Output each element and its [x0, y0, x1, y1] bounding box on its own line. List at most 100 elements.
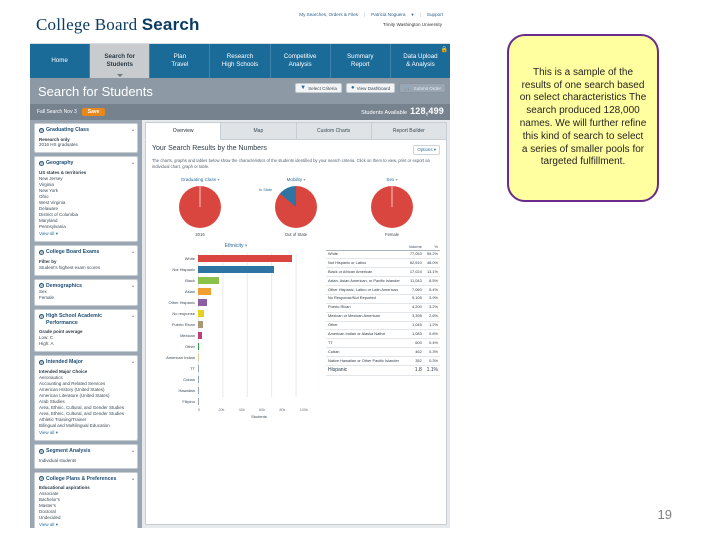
sidebar-panel-geography[interactable]: ▴ ⚙ Geography US states & territories Ne…: [34, 156, 138, 243]
cell-label: Asian, Asian American, or Pacific Island…: [326, 276, 406, 287]
panel-title: Graduating Class: [46, 127, 89, 133]
ethnicity-x-axis-label: Students: [251, 413, 267, 419]
x-axis-tick: 60k: [258, 407, 266, 412]
chevron-up-icon[interactable]: ▴: [132, 127, 134, 132]
chevron-up-icon[interactable]: ▴: [132, 448, 134, 453]
cell-volume: 1,045: [405, 321, 424, 331]
chevron-up-icon[interactable]: ▴: [132, 359, 134, 364]
callout-text: This is a sample of the results of one s…: [519, 66, 647, 168]
ethnicity-category-label: Black: [185, 277, 195, 283]
cell-percent: 5.4%: [423, 285, 440, 295]
ethnicity-chart-title[interactable]: Ethnicity ▾: [152, 243, 320, 249]
ethnicity-category-label: No response: [172, 310, 195, 316]
sidebar-panel-demographics[interactable]: ▴ ⚙ Demographics Sex Female: [34, 278, 138, 307]
sidebar-panel-graduating-class[interactable]: ▴ ⚙ Graduating Class Research only 2016 …: [34, 123, 138, 154]
view-dashboard-button[interactable]: ● View Dashboard: [345, 83, 396, 93]
pie-chart-mobility[interactable]: Mobility ▾ In State Out of State: [248, 177, 344, 237]
ethnicity-bar-row: Asian: [152, 286, 320, 297]
options-button[interactable]: Options ▾: [413, 145, 440, 155]
ethnicity-bar: [198, 265, 275, 273]
students-available-label: Students Available: [361, 110, 408, 116]
cell-percent: 0.4%: [423, 338, 440, 349]
sidebar-panel-segment-analysis[interactable]: ▴ ⚙ Segment Analysis Individual students: [34, 444, 138, 469]
view-dashboard-label: View Dashboard: [356, 85, 391, 91]
view-all-link[interactable]: View all ▾: [39, 231, 133, 237]
chevron-up-icon[interactable]: ▴: [132, 249, 134, 254]
chevron-down-icon[interactable]: ▾: [408, 12, 416, 17]
nav-tab-research-high-schools[interactable]: Research High Schools: [210, 44, 271, 78]
ethnicity-category-label: TT: [190, 365, 195, 371]
ethnicity-bar-chart[interactable]: Ethnicity ▾ White Not Hispanic Black Asian O…: [152, 243, 320, 419]
ethnicity-bar-track: [198, 397, 320, 405]
nav-tab-data-upload-analysis[interactable]: Data Upload & Analysis 🔒: [391, 44, 450, 78]
panel-line: Undecided: [39, 515, 61, 521]
pie-graphic: In State: [259, 185, 317, 228]
ethnicity-bar-track: [198, 331, 320, 339]
x-axis-tick: 20k: [218, 407, 225, 412]
ethnicity-bar-track: [198, 375, 320, 383]
panel-header: ⚙ High School Academic Performance: [39, 313, 133, 326]
nav-tab-competitive-analysis[interactable]: Competitive Analysis: [271, 44, 331, 78]
organization-name: Trinity Washington University: [382, 22, 442, 27]
gear-icon: ⚙: [39, 476, 44, 482]
subtab-custom-charts[interactable]: Custom Charts: [296, 122, 372, 140]
nav-tab-plan-travel[interactable]: Plan Travel: [150, 44, 211, 78]
gear-icon: ⚙: [39, 448, 44, 454]
my-searches-link[interactable]: My Searches, Orders & Files: [296, 12, 361, 17]
cell-percent: 48.0%: [423, 258, 440, 269]
table-row: Mexican or Mexican American 3,398 2.6%: [326, 312, 440, 322]
submit-order-button[interactable]: 🛒 Submit Order: [399, 83, 446, 93]
chevron-up-icon[interactable]: ▴: [132, 283, 134, 288]
ethnicity-table[interactable]: Volume % White 77,053 59.2% Not Hispanic or…: [326, 242, 440, 419]
nav-tab-home[interactable]: Home: [30, 44, 91, 78]
support-link[interactable]: Support: [424, 12, 446, 17]
chevron-up-icon[interactable]: ▴: [132, 160, 134, 165]
cell-percent: 1.1%: [423, 365, 440, 377]
cell-percent: 3.9%: [423, 294, 440, 304]
panel-header: ⚙ College Plans & Preferences: [39, 476, 133, 483]
sidebar-panel-intended-major[interactable]: ▴ ⚙ Intended Major Intended Major Choice…: [34, 355, 138, 442]
students-available: Students Available 128,499: [361, 106, 444, 116]
pie-graphic: [371, 185, 413, 228]
ethnicity-category-label: Hawaiian: [178, 387, 195, 393]
subtab-report-builder[interactable]: Report Builder: [371, 122, 447, 140]
gear-icon: ⚙: [39, 313, 44, 319]
pie-chart-title[interactable]: Sex ▾: [386, 177, 397, 182]
view-all-link[interactable]: View all ▾: [39, 430, 133, 436]
pie-chart-title[interactable]: Mobility ▾: [287, 177, 306, 182]
search-status-band: Fall Search Nov 3 Save Students Availabl…: [30, 104, 450, 120]
col-header-volume: Volume: [405, 242, 424, 251]
cell-percent: 0.8%: [423, 329, 440, 340]
select-criteria-button[interactable]: ▼ Select Criteria: [295, 83, 342, 93]
pie-chart-title[interactable]: Graduating Class ▾: [181, 177, 220, 182]
utility-nav: My Searches, Orders & Files | Patricia Nog…: [296, 12, 446, 18]
pie-chart-sex[interactable]: Sex ▾ Female: [344, 177, 440, 237]
chevron-up-icon[interactable]: ▴: [132, 476, 134, 481]
ethnicity-bar: [198, 287, 212, 295]
subtab-map[interactable]: Map: [221, 122, 297, 140]
pie-chart-row: Graduating Class ▾ 2016 Mobility ▾ In St…: [152, 177, 440, 237]
nav-tab-summary-report[interactable]: Summary Report: [331, 44, 391, 78]
cell-label: Hispanic: [326, 365, 406, 377]
panel-title: Segment Analysis: [46, 448, 91, 455]
table-row: Black or African American 17,024 13.1%: [326, 267, 440, 278]
sidebar-panel-college-plans-preferences[interactable]: ▴ ⚙ College Plans & Preferences Educatio…: [34, 471, 138, 528]
nav-tab-search-for-students[interactable]: Search for Students: [90, 44, 151, 78]
chevron-down-icon: ▾: [303, 176, 306, 182]
chevron-up-icon[interactable]: ▴: [132, 313, 134, 318]
user-menu[interactable]: Patricia Noguera: [368, 12, 408, 17]
save-button[interactable]: Save: [81, 108, 106, 116]
sidebar-panel-high-school-academic-performance[interactable]: ▴ ⚙ High School Academic Performance Gra…: [34, 309, 138, 353]
gear-icon: ⚙: [39, 359, 44, 365]
subtab-overview[interactable]: Overview: [145, 122, 222, 140]
results-content: Overview Map Custom Charts Report Builde…: [142, 120, 450, 528]
ethnicity-category-label: White: [184, 255, 195, 261]
panel-header: ⚙ Segment Analysis: [39, 448, 133, 455]
main-navigation: Home Search for Students Plan Travel Res…: [30, 44, 450, 78]
cell-percent: 59.2%: [423, 250, 440, 260]
view-all-link[interactable]: View all ▾: [39, 522, 133, 528]
sidebar-panel-college-board-exams[interactable]: ▴ ⚙ College Board Exams Filter by Studen…: [34, 245, 138, 276]
pie-chart-graduating-class[interactable]: Graduating Class ▾ 2016: [152, 177, 248, 237]
table-row: Asian, Asian American, or Pacific Island…: [326, 276, 440, 287]
ethnicity-bar-track: [198, 353, 320, 361]
